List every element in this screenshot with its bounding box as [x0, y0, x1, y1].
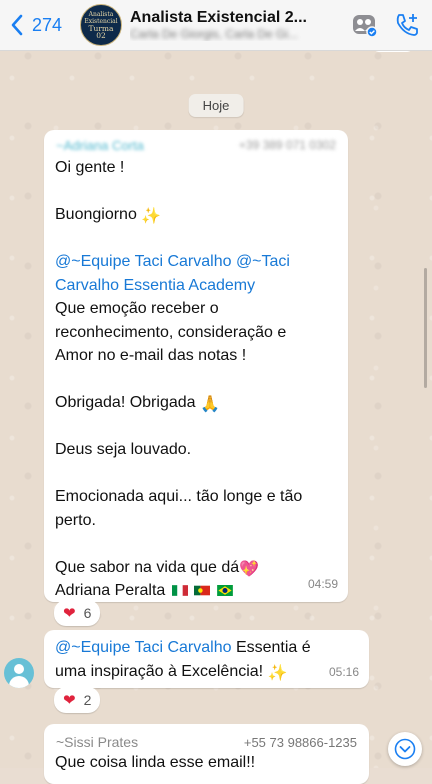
sender-phone: +39 389 071 0302: [238, 138, 336, 152]
portugal-flag-icon: [194, 585, 211, 596]
reaction-count: 6: [83, 605, 92, 621]
text-fragment: Obrigada! Obrigada: [55, 394, 196, 411]
message-time: 05:16: [328, 664, 359, 679]
text-line: Adriana Peralta: [55, 579, 340, 603]
sender-phone: +55 73 98866-1235: [243, 735, 357, 750]
reaction-count: 2: [83, 692, 92, 708]
avatar-line: 02: [96, 31, 106, 40]
text-line: Emocionada aqui... tão longe e tão: [55, 488, 303, 505]
heart-reaction-icon: ❤: [63, 692, 76, 709]
group-avatar[interactable]: Analista Existencial Turma 02: [80, 4, 122, 46]
mention-link[interactable]: @~Equipe Taci Carvalho: [55, 639, 232, 656]
avatar[interactable]: [4, 658, 34, 688]
reaction-pill[interactable]: ❤ 6: [54, 600, 101, 626]
italy-flag-icon: [171, 585, 188, 596]
brazil-flag-icon: [216, 585, 233, 596]
text-line: Deus seja louvado.: [55, 441, 192, 458]
group-info[interactable]: Analista Existencial 2... Carla De Giorg…: [130, 9, 348, 41]
text-line: Que sabor na vida que dá💖: [55, 556, 340, 580]
group-title: Analista Existencial 2...: [130, 9, 307, 26]
text-line: Oi gente !: [55, 159, 125, 176]
date-separator: Hoje: [188, 94, 244, 117]
sparkling-heart-icon: 💖: [239, 560, 260, 578]
message-text: Que coisa linda esse email!!: [55, 754, 256, 771]
text-fragment: Essentia é: [231, 639, 311, 656]
text-line: Buongiorno ✨: [55, 203, 340, 227]
text-fragment: uma inspiração à Excelência!: [55, 662, 264, 680]
message-bubble[interactable]: ~Sissi Prates +55 73 98866-1235 Que cois…: [44, 724, 369, 784]
text-line: uma inspiração à Excelência! ✨: [55, 660, 360, 684]
text-fragment: Que sabor na vida que dá: [55, 558, 240, 576]
praying-hands-icon: 🙏: [199, 396, 220, 413]
community-button[interactable]: [348, 8, 382, 42]
message-time: 04:59: [307, 576, 338, 591]
scrollbar[interactable]: [424, 268, 427, 388]
avatar-line: Analista: [88, 11, 114, 18]
text-line: @~Equipe Taci Carvalho Essentia é: [55, 636, 360, 660]
mention-link[interactable]: @~Equipe Taci Carvalho @~Taci: [55, 250, 340, 274]
group-icon: [353, 15, 378, 38]
message-text: Oi gente ! Buongiorno ✨ @~Equipe Taci Ca…: [55, 156, 340, 603]
message-text: @~Equipe Taci Carvalho Essentia é uma in…: [55, 636, 360, 683]
chevron-down-icon: [394, 738, 416, 760]
text-line: Obrigada! Obrigada 🙏: [55, 391, 340, 415]
message-bubble[interactable]: @~Equipe Taci Carvalho Essentia é uma in…: [44, 630, 369, 688]
group-members: Carla De Giorgis, Carla De Gi...: [130, 27, 299, 41]
text-fragment: Buongiorno: [55, 206, 137, 223]
sparkles-icon: ✨: [267, 664, 288, 682]
add-call-button[interactable]: [390, 8, 424, 42]
add-call-icon: [396, 14, 418, 36]
text-line: perto.: [55, 511, 96, 529]
person-icon-body: [9, 676, 29, 688]
text-fragment: Adriana Peralta: [55, 582, 166, 599]
message-bubble[interactable]: ~Adriana Corta +39 389 071 0302 Oi gente…: [44, 130, 348, 602]
sparkles-icon: ✨: [141, 208, 162, 225]
heart-reaction-icon: ❤: [63, 605, 76, 622]
chat-header: 274 Analista Existencial Turma 02 Analis…: [0, 0, 432, 51]
reaction-pill[interactable]: ❤ 2: [54, 687, 101, 713]
person-icon: [14, 664, 24, 674]
sender-name[interactable]: ~Adriana Corta: [56, 134, 144, 158]
mention-link[interactable]: Carvalho Essentia Academy: [55, 274, 340, 298]
text-line: Que emoção receber o: [55, 300, 219, 317]
chevron-left-icon: [11, 14, 23, 36]
text-line: Amor no e-mail das notas !: [55, 347, 247, 364]
text-line: reconhecimento, consideração e: [55, 323, 287, 341]
back-button[interactable]: 274: [10, 14, 80, 36]
scroll-down-button[interactable]: [388, 732, 422, 766]
unread-count: 274: [32, 14, 63, 35]
